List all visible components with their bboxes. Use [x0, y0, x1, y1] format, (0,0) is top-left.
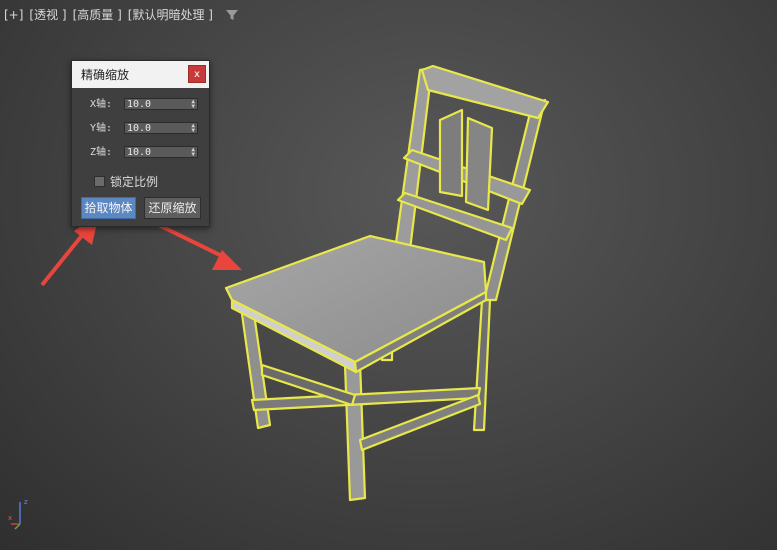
z-axis-row: Z轴: 10.0 ▲ ▼ [72, 146, 209, 160]
z-axis-label: Z轴: [90, 147, 113, 158]
dialog-title-bar[interactable]: 精确缩放 x [72, 61, 209, 88]
lock-ratio-checkbox[interactable] [94, 176, 105, 187]
spinner-arrows-icon[interactable]: ▲ ▼ [191, 99, 195, 110]
x-axis-label: X轴: [90, 99, 113, 110]
lock-ratio-option[interactable]: 锁定比例 [94, 173, 158, 190]
axis-gizmo-icon: z x [8, 498, 28, 530]
z-axis-spinner[interactable]: 10.0 ▲ ▼ [124, 146, 198, 158]
z-axis-value[interactable]: 10.0 [127, 147, 151, 158]
precise-scale-dialog: 精确缩放 x X轴: 10.0 ▲ ▼ Y轴: 10.0 ▲ ▼ Z轴: 10.0 … [71, 60, 210, 227]
close-button[interactable]: x [188, 65, 206, 83]
dialog-title: 精确缩放 [81, 68, 130, 82]
pick-object-button[interactable]: 拾取物体 [81, 197, 136, 219]
x-axis-row: X轴: 10.0 ▲ ▼ [72, 98, 209, 112]
y-axis-label: Y轴: [90, 123, 113, 134]
y-axis-row: Y轴: 10.0 ▲ ▼ [72, 122, 209, 136]
reset-scale-button[interactable]: 还原缩放 [144, 197, 201, 219]
gizmo-z-label: z [24, 498, 28, 506]
spinner-arrows-icon[interactable]: ▲ ▼ [191, 123, 195, 134]
x-axis-spinner[interactable]: 10.0 ▲ ▼ [124, 98, 198, 110]
chair-model[interactable] [224, 64, 550, 502]
x-axis-value[interactable]: 10.0 [127, 99, 151, 110]
gizmo-x-label: x [8, 514, 12, 522]
lock-ratio-label: 锁定比例 [110, 175, 159, 189]
y-axis-spinner[interactable]: 10.0 ▲ ▼ [124, 122, 198, 134]
y-axis-value[interactable]: 10.0 [127, 123, 151, 134]
spinner-arrows-icon[interactable]: ▲ ▼ [191, 147, 195, 158]
